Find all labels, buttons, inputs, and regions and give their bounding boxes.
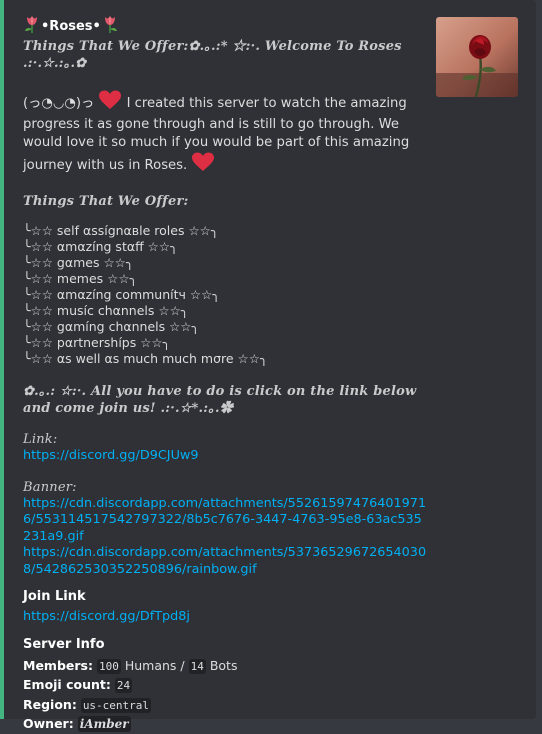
link-label: Link: [23, 432, 58, 447]
call-line: ✿.｡.: ☆:·. All you have to do is click o… [23, 384, 417, 399]
bots-label: Bots [209, 657, 238, 673]
members-row: Members: 100 Humans / 14 Bots [23, 657, 427, 677]
rose-image [436, 17, 518, 97]
members-label: Members: [23, 657, 93, 673]
server-info-field-name: Server Info [23, 636, 105, 652]
offer-heading: Things That We Offer: [23, 194, 189, 209]
link-block: Link: https://discord.gg/D9CJUw9 [23, 431, 427, 465]
emoji-count: 24 [114, 678, 133, 693]
author-name: •Roses• [41, 18, 101, 34]
embed-title: Things That We Offer:✿.｡.:* ☆:·. Welcome… [23, 38, 427, 72]
title-line: .:·.☆.:｡.✿ [23, 56, 87, 71]
owner-label: Owner: [23, 716, 74, 731]
join-field-name: Join Link [23, 589, 86, 604]
owner-value: iAmber [77, 716, 131, 732]
owner-row: Owner: iAmber [23, 715, 427, 734]
emoji-row: Emoji count: 24 [23, 676, 427, 696]
banner-block: Banner: https://cdn.discordapp.com/attac… [23, 479, 427, 579]
list-item: ╰☆☆ pαrtnershíps ☆☆╮ [23, 335, 171, 350]
region-row: Region: us-central [23, 696, 427, 716]
offer-list: ╰☆☆ self αssígnαвle roles ☆☆╮ ╰☆☆ αmαzín… [23, 223, 427, 367]
call-line: and come join us! .:·.☆*.:｡.✿ [23, 401, 233, 416]
list-item: ╰☆☆ αmαzíng stαff ☆☆╮ [23, 239, 178, 254]
heart-icon [98, 90, 122, 116]
emoji-label: Emoji count: [23, 677, 111, 692]
tulip-icon [24, 15, 40, 37]
intro-paragraph: (っ◔◡◔)っ I created this server to watch t… [23, 90, 427, 178]
call-to-action: ✿.｡.: ☆:·. All you have to do is click o… [23, 383, 433, 417]
list-item: ╰☆☆ αmαzíng communítч ☆☆╮ [23, 287, 220, 302]
list-item: ╰☆☆ gαmíng chαnnels ☆☆╮ [23, 319, 200, 334]
server-embed: •Roses• Things That We Offer:✿.｡.:* ☆:·.… [0, 0, 536, 732]
banner-link[interactable]: https://cdn.discordapp.com/attachments/5… [23, 496, 427, 546]
list-item: ╰☆☆ self αssígnαвle roles ☆☆╮ [23, 223, 219, 238]
humans-label: Humans / [124, 657, 185, 673]
title-line: Things That We Offer:✿.｡.:* ☆:·. Welcome… [23, 39, 402, 54]
region-value: us-central [80, 697, 152, 713]
bots-count: 14 [188, 658, 206, 674]
region-label: Region: [23, 696, 77, 712]
embed-author[interactable]: •Roses• [23, 14, 427, 38]
banner-link[interactable]: https://cdn.discordapp.com/attachments/5… [23, 545, 427, 578]
intro-face: (っ◔◡◔)っ [23, 96, 95, 111]
banner-label: Banner: [23, 479, 77, 495]
join-link[interactable]: https://discord.gg/DfTpd8j [23, 609, 427, 626]
list-item: ╰☆☆ gαmes ☆☆╮ [23, 255, 134, 270]
tulip-icon [102, 15, 118, 37]
rose-thumbnail[interactable] [436, 17, 518, 97]
list-item: ╰☆☆ musíc chαnnels ☆☆╮ [23, 303, 189, 318]
heart-icon [191, 152, 215, 178]
list-item: ╰☆☆ memes ☆☆╮ [23, 271, 138, 286]
server-info: Members: 100 Humans / 14 Bots Emoji coun… [23, 657, 427, 734]
invite-link[interactable]: https://discord.gg/D9CJUw9 [23, 448, 427, 465]
humans-count: 100 [96, 658, 121, 674]
list-item: ╰☆☆ αs well αs much much mσre ☆☆╮ [23, 351, 268, 366]
